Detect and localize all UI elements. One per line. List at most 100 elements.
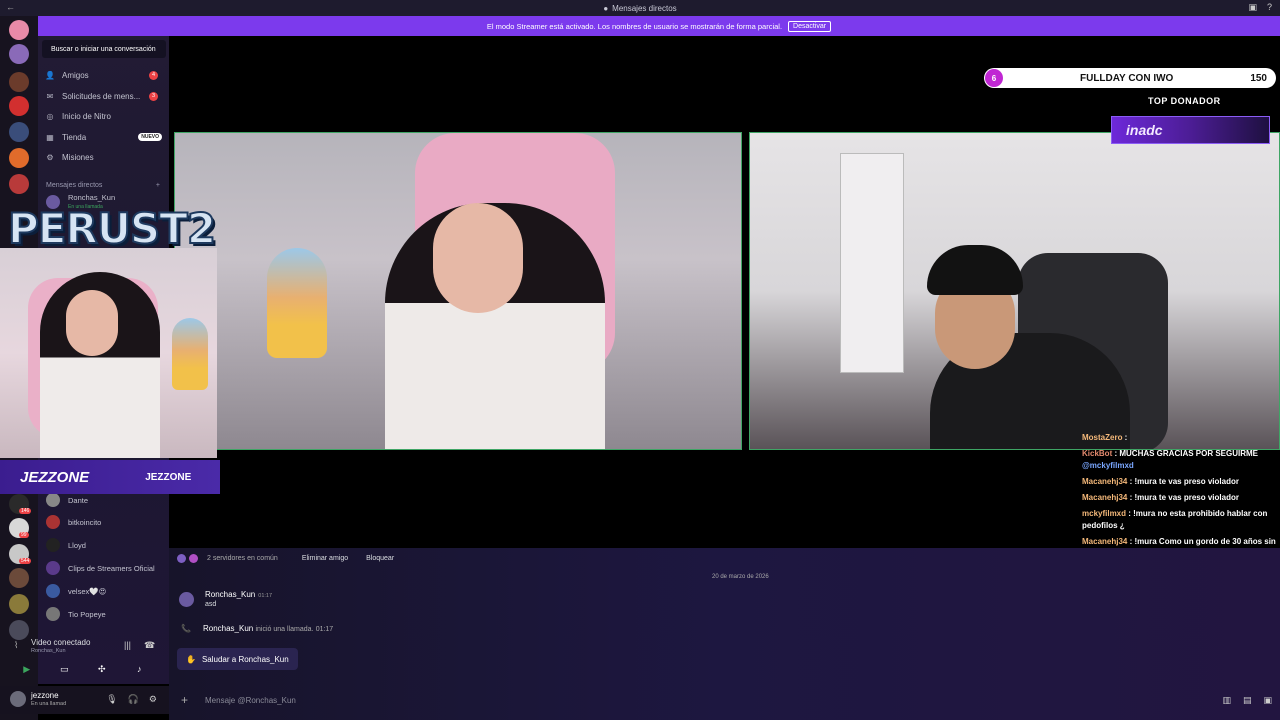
title-bar: ← ● Mensajes directos ▣ ? (0, 0, 1280, 16)
voice-status: Video conectado (31, 638, 91, 647)
friends-icon: 👤 (45, 70, 55, 80)
goal-amount: 150 (1250, 72, 1267, 84)
wave-label: Saludar a Ronchas_Kun (201, 654, 289, 664)
chat-user: Macanehj34 (1082, 493, 1128, 502)
add-dm-icon[interactable]: + (156, 182, 160, 189)
add-attachment-icon[interactable]: + (181, 693, 195, 707)
user-avatar[interactable] (10, 691, 26, 707)
brand-right: JEZZONE (145, 471, 192, 483)
server-icon[interactable] (9, 594, 29, 614)
dm-item[interactable]: Tio Popeye (46, 604, 168, 624)
call-author[interactable]: Ronchas_Kun (203, 624, 253, 633)
nav-quests-label: Misiones (62, 152, 94, 162)
server-icon[interactable] (9, 44, 29, 64)
remove-friend-button[interactable]: Eliminar amigo (302, 555, 348, 562)
dm-header: Mensajes directos + (46, 182, 160, 189)
server-icon[interactable] (9, 96, 29, 116)
nav-shop-label: Tienda (62, 132, 87, 142)
microphone-icon[interactable]: 🎙 (106, 694, 117, 705)
nitro-icon: ◎ (46, 111, 54, 121)
dm-item[interactable]: velsex🤍😍 (46, 581, 168, 601)
back-arrow-icon[interactable]: ← (6, 2, 15, 12)
server-icon[interactable] (9, 20, 29, 40)
nav-message-requests[interactable]: ✉ Solicitudes de mens... 3 (44, 87, 164, 105)
conversation-search[interactable]: Buscar o iniciar una conversación (42, 40, 166, 58)
help-icon[interactable]: ? (1267, 2, 1272, 13)
wave-button[interactable]: ✋ Saludar a Ronchas_Kun (177, 648, 298, 670)
deactivate-button[interactable]: Desactivar (788, 20, 832, 32)
nav-nitro[interactable]: ◎ Inicio de Nitro (44, 107, 164, 125)
chat-user: MostaZero (1082, 433, 1123, 442)
avatar[interactable] (179, 592, 194, 607)
dm-header-label: Mensajes directos (46, 182, 103, 189)
phone-icon: 📞 (181, 624, 191, 633)
new-tag: NUEVO (138, 133, 162, 141)
server-icon[interactable] (9, 148, 29, 168)
inbox-icon[interactable]: ▣ (1248, 2, 1257, 13)
nav-nitro-label: Inicio de Nitro (62, 111, 111, 121)
screenshare-icon[interactable]: ▭ (54, 662, 74, 676)
nav-shop[interactable]: ▦ Tienda NUEVO (44, 128, 164, 146)
settings-gear-icon[interactable]: ⚙ (149, 694, 157, 705)
shop-icon: ▦ (46, 132, 54, 142)
gif-icon[interactable]: ▤ (1243, 695, 1252, 706)
sticker-icon[interactable]: ▣ (1263, 695, 1272, 706)
window-title: Mensajes directos (612, 3, 677, 13)
server-badge: 99 (19, 532, 29, 538)
dm-item[interactable]: bitkoincito (46, 512, 168, 532)
dm-name: Tio Popeye (68, 609, 106, 619)
top-donor-label: TOP DONADOR (1148, 96, 1221, 106)
chat-user: Macanehj34 (1082, 537, 1128, 546)
server-icon[interactable] (9, 568, 29, 588)
server-icon[interactable] (9, 72, 29, 92)
disconnect-icon[interactable]: ☎ (144, 640, 155, 651)
streamer-webcam (0, 248, 217, 458)
nav-friends[interactable]: 👤 Amigos 4 (44, 66, 164, 84)
camera-icon[interactable]: ▶ (17, 662, 37, 676)
noise-suppression-icon[interactable]: ||| (124, 640, 131, 650)
server-icon[interactable] (9, 122, 29, 142)
chat-message: MostaZero : (1082, 433, 1128, 442)
chat-message: Macanehj34 : !mura te vas preso violador (1082, 493, 1239, 502)
chat-message: Macanehj34 : !mura te vas preso violador (1082, 477, 1239, 486)
user-panel: jezzone En una llamad 🎙 🎧 ⚙ (0, 686, 169, 714)
voice-panel: ⌇ Video conectado Ronchas_Kun ||| ☎ (6, 636, 166, 658)
nav-quests[interactable]: ⚙ Misiones (44, 148, 164, 166)
server-icon[interactable] (9, 174, 29, 194)
voice-channel[interactable]: Ronchas_Kun (31, 648, 66, 654)
headphones-icon[interactable]: 🎧 (128, 694, 139, 705)
requests-badge: 3 (149, 91, 158, 101)
dm-name: Lloyd (68, 540, 86, 550)
brand-left: JEZZONE (20, 468, 90, 486)
dm-name: bitkoincito (68, 517, 102, 527)
beanie-shape (927, 245, 1023, 295)
profile-info-row: 2 servidores en común Eliminar amigo Blo… (177, 552, 412, 564)
mail-icon: ✉ (46, 91, 54, 101)
chat-user: Macanehj34 (1082, 477, 1128, 486)
server-badge: 146 (19, 508, 32, 514)
dm-item[interactable]: Lloyd (46, 535, 168, 555)
video-tile-right[interactable] (749, 132, 1280, 450)
chat-message: KickBot : MUCHAS GRACIAS POR SEGUIRME @m… (1082, 449, 1259, 470)
message-composer: + Mensaje @Ronchas_Kun ▥ ▤ ▣ (169, 688, 1280, 712)
goal-number: 6 (985, 69, 1003, 87)
activities-icon[interactable]: ✣ (92, 662, 112, 676)
soundboard-icon[interactable]: ♪ (129, 662, 149, 676)
user-name: jezzone (31, 691, 59, 700)
signal-icon[interactable]: ⌇ (14, 640, 18, 651)
dm-name: Clips de Streamers Oficial (68, 563, 155, 573)
gift-icon[interactable]: ▥ (1222, 695, 1231, 706)
top-donor-name: inadc (1111, 116, 1270, 144)
video-tile-left[interactable] (174, 132, 742, 450)
message-input[interactable]: Mensaje @Ronchas_Kun (205, 696, 296, 705)
message-time: 01:17 (258, 593, 273, 599)
chat-user: KickBot (1082, 449, 1113, 458)
server-avatar (189, 553, 198, 563)
message-author[interactable]: Ronchas_Kun (205, 590, 255, 599)
message-body: asd (205, 601, 217, 608)
avatar (46, 584, 60, 598)
call-message: 📞 Ronchas_Kun inició una llamada. 01:17 (181, 624, 333, 633)
dm-item[interactable]: Clips de Streamers Oficial (46, 558, 168, 578)
common-servers[interactable]: 2 servidores en común (207, 555, 278, 562)
block-button[interactable]: Bloquear (366, 555, 394, 562)
